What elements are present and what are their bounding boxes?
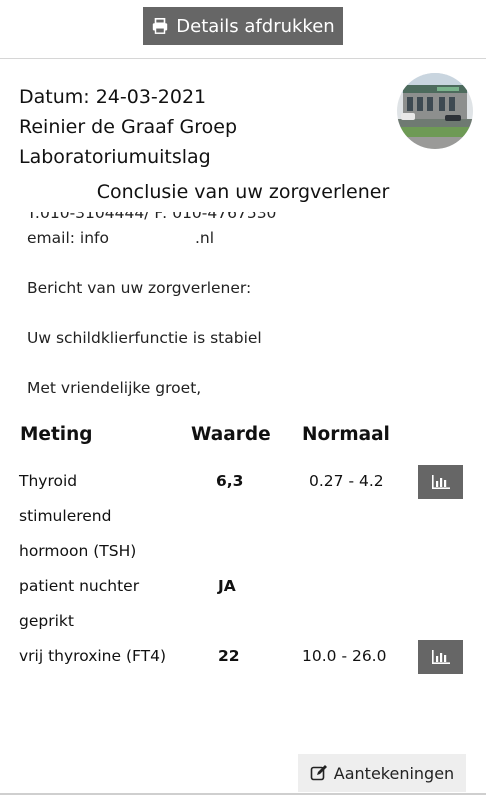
result-header: Datum: 24-03-2021 Reinier de Graaf Groep… [19, 82, 237, 172]
print-details-button[interactable]: Details afdrukken [143, 7, 343, 45]
email-prefix: email: info [27, 229, 109, 247]
chart-button[interactable] [418, 465, 463, 499]
email-suffix: .nl [194, 229, 215, 247]
lab-building-photo [397, 73, 473, 149]
lab-name: Reinier de Graaf Groep [19, 116, 238, 138]
print-details-label: Details afdrukken [176, 15, 335, 37]
column-value: Waarde [191, 424, 271, 445]
conclusion-text-box[interactable]: T:010-3104444/ F: 010-4767530 email: inf… [27, 212, 467, 412]
column-measurement: Meting [20, 424, 93, 445]
edit-icon [310, 765, 327, 781]
notes-button[interactable]: Aantekeningen [298, 754, 466, 792]
measurement-name: patient nuchter geprikt [19, 577, 140, 630]
conclusion-title: Conclusie van uw zorgverlener [96, 181, 390, 203]
result-date: Datum: 24-03-2021 [19, 86, 207, 108]
column-normal: Normaal [302, 424, 390, 445]
bar-chart-icon [431, 650, 450, 664]
email-line: email: info .nl [27, 226, 467, 251]
measurement-value: 6,3 [216, 472, 244, 490]
result-type: Laboratoriumuitslag [19, 146, 211, 168]
closing-text: Met vriendelijke groet, [27, 379, 202, 397]
normal-range: 10.0 - 26.0 [302, 647, 387, 665]
bottom-divider [0, 793, 486, 795]
printer-icon [153, 17, 168, 34]
normal-range: 0.27 - 4.2 [309, 472, 384, 490]
contact-line: T:010-3104444/ F: 010-4767530 [27, 212, 277, 222]
measurement-name: Thyroid stimulerend hormoon (TSH) [19, 472, 137, 560]
bar-chart-icon [431, 475, 450, 489]
notes-label: Aantekeningen [333, 763, 455, 783]
measurement-name: vrij thyroxine (FT4) [19, 647, 167, 665]
measurement-value: 22 [218, 647, 240, 665]
message-heading: Bericht van uw zorgverlener: [27, 279, 252, 297]
measurement-value: JA [218, 577, 236, 595]
message-text: Uw schildklierfunctie is stabiel [27, 329, 262, 347]
top-toolbar: Details afdrukken [0, 0, 486, 59]
chart-button[interactable] [418, 640, 463, 674]
